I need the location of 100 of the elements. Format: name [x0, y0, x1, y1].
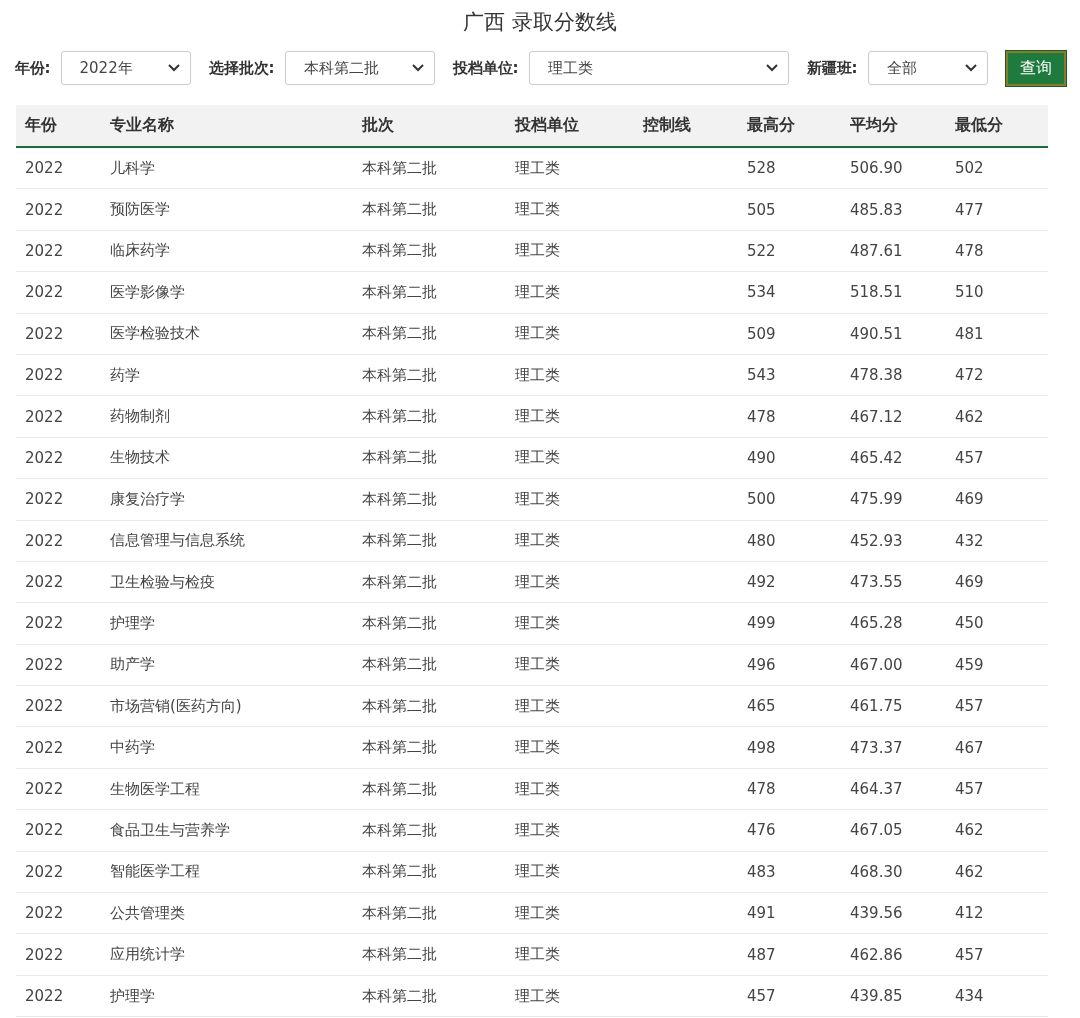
year-cell: 2022	[16, 809, 101, 852]
category-cell: 理工类	[506, 975, 634, 1017]
avg-score-cell: 465.42	[841, 437, 946, 479]
major-cell: 助产学	[101, 644, 353, 686]
category-cell: 理工类	[506, 726, 634, 769]
filter-dropdown[interactable]: 2022年	[60, 51, 191, 85]
batch-cell: 本科第二批	[353, 395, 506, 438]
avg-score-cell: 473.37	[841, 726, 946, 769]
min-score-cell: 462	[946, 809, 1048, 852]
max-score-cell: 534	[738, 271, 841, 314]
category-cell: 理工类	[506, 561, 634, 603]
column-header: 年份	[16, 105, 101, 147]
min-score-cell: 469	[946, 561, 1048, 603]
year-cell: 2022	[16, 354, 101, 396]
year-cell: 2022	[16, 768, 101, 810]
year-cell: 2022	[16, 975, 101, 1017]
min-score-cell: 412	[946, 892, 1048, 934]
major-cell: 生物技术	[101, 437, 353, 479]
max-score-cell: 478	[738, 768, 841, 810]
major-cell: 智能医学工程	[101, 851, 353, 893]
year-cell: 2022	[16, 188, 101, 231]
min-score-cell: 510	[946, 271, 1048, 314]
max-score-cell: 505	[738, 188, 841, 231]
category-cell: 理工类	[506, 851, 634, 893]
batch-cell: 本科第二批	[353, 271, 506, 314]
year-cell: 2022	[16, 685, 101, 727]
min-score-cell: 457	[946, 437, 1048, 479]
query-button[interactable]: 查询	[1005, 50, 1066, 86]
avg-score-cell: 518.51	[841, 271, 946, 314]
min-score-cell: 467	[946, 726, 1048, 769]
caret-icon	[765, 64, 778, 72]
year-cell: 2022	[16, 313, 101, 355]
avg-score-cell: 506.90	[841, 147, 946, 189]
max-score-cell: 476	[738, 809, 841, 852]
max-score-cell: 499	[738, 602, 841, 645]
max-score-cell: 491	[738, 892, 841, 934]
batch-cell: 本科第二批	[353, 975, 506, 1017]
min-score-cell: 469	[946, 478, 1048, 520]
major-cell: 中药学	[101, 726, 353, 769]
min-score-cell: 462	[946, 851, 1048, 893]
caret-icon	[411, 64, 424, 72]
batch-cell: 本科第二批	[353, 892, 506, 934]
major-cell: 预防医学	[101, 188, 353, 231]
filter-label: 年份:	[14, 58, 51, 78]
avg-score-cell: 462.86	[841, 933, 946, 976]
column-header: 专业名称	[101, 105, 353, 147]
major-cell: 食品卫生与营养学	[101, 809, 353, 852]
batch-cell: 本科第二批	[353, 188, 506, 231]
max-score-cell: 487	[738, 933, 841, 976]
filter-dropdown[interactable]: 理工类	[528, 51, 789, 85]
category-cell: 理工类	[506, 892, 634, 934]
year-cell: 2022	[16, 726, 101, 769]
year-cell: 2022	[16, 644, 101, 686]
major-cell: 生物医学工程	[101, 768, 353, 810]
category-cell: 理工类	[506, 271, 634, 314]
avg-score-cell: 467.05	[841, 809, 946, 852]
year-cell: 2022	[16, 395, 101, 438]
category-cell: 理工类	[506, 313, 634, 355]
batch-cell: 本科第二批	[353, 644, 506, 686]
year-cell: 2022	[16, 520, 101, 562]
major-cell: 市场营销(医药方向)	[101, 685, 353, 727]
category-cell: 理工类	[506, 395, 634, 438]
min-score-cell: 477	[946, 188, 1048, 231]
max-score-cell: 528	[738, 147, 841, 189]
batch-cell: 本科第二批	[353, 685, 506, 727]
major-cell: 护理学	[101, 975, 353, 1017]
min-score-cell: 457	[946, 933, 1048, 976]
avg-score-cell: 467.12	[841, 395, 946, 438]
filter-dropdown[interactable]: 本科第二批	[284, 51, 435, 85]
category-cell: 理工类	[506, 809, 634, 852]
batch-cell: 本科第二批	[353, 933, 506, 976]
major-cell: 卫生检验与检疫	[101, 561, 353, 603]
min-score-cell: 459	[946, 644, 1048, 686]
max-score-cell: 500	[738, 478, 841, 520]
major-cell: 医学检验技术	[101, 313, 353, 355]
batch-cell: 本科第二批	[353, 768, 506, 810]
avg-score-cell: 439.85	[841, 975, 946, 1017]
avg-score-cell: 464.37	[841, 768, 946, 810]
min-score-cell: 472	[946, 354, 1048, 396]
avg-score-cell: 467.00	[841, 644, 946, 686]
category-cell: 理工类	[506, 147, 634, 189]
batch-cell: 本科第二批	[353, 809, 506, 852]
year-cell: 2022	[16, 933, 101, 976]
caret-icon	[964, 64, 977, 72]
avg-score-cell: 478.38	[841, 354, 946, 396]
filter-label: 选择批次:	[208, 58, 275, 78]
max-score-cell: 490	[738, 437, 841, 479]
batch-cell: 本科第二批	[353, 726, 506, 769]
category-cell: 理工类	[506, 644, 634, 686]
max-score-cell: 483	[738, 851, 841, 893]
year-cell: 2022	[16, 147, 101, 189]
batch-cell: 本科第二批	[353, 561, 506, 603]
min-score-cell: 457	[946, 768, 1048, 810]
major-cell: 公共管理类	[101, 892, 353, 934]
column-header: 最高分	[738, 105, 841, 147]
filter-dropdown[interactable]: 全部	[867, 51, 988, 85]
max-score-cell: 522	[738, 230, 841, 272]
year-cell: 2022	[16, 437, 101, 479]
avg-score-cell: 439.56	[841, 892, 946, 934]
min-score-cell: 432	[946, 520, 1048, 562]
